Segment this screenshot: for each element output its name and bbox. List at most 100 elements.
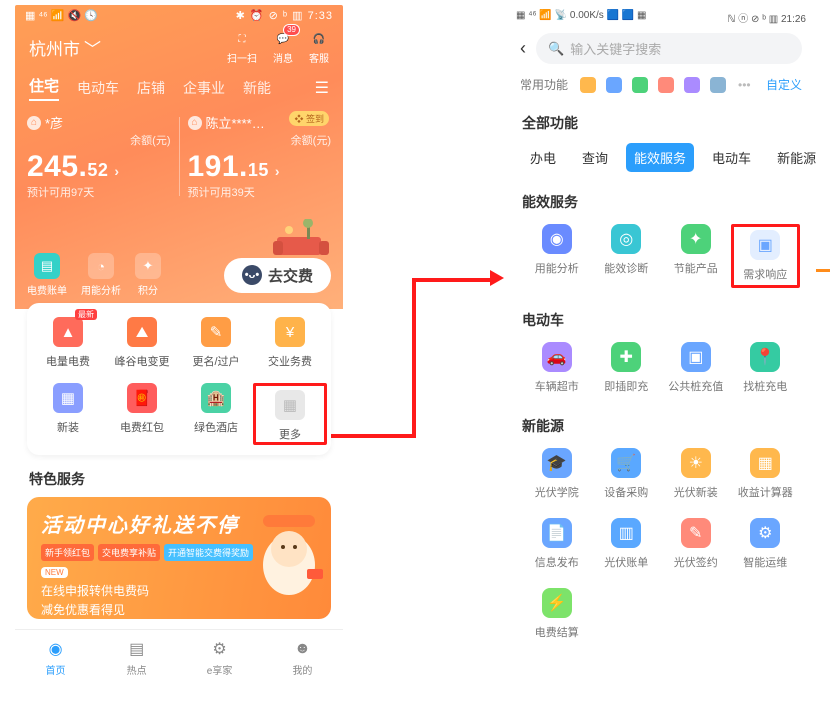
nav-icon: ▤ xyxy=(126,638,148,660)
connector-line xyxy=(816,269,830,272)
function-item-电费结算[interactable]: ⚡ 电费结算 xyxy=(522,588,592,640)
mini-icon[interactable] xyxy=(658,77,674,93)
function-label: 电费结算 xyxy=(535,624,579,640)
function-item-需求响应[interactable]: ▣需求响应 xyxy=(731,224,801,288)
function-item-光伏账单[interactable]: ▥ 光伏账单 xyxy=(592,518,662,570)
header-action[interactable]: 🎧客服 xyxy=(309,30,329,65)
customize-link[interactable]: 自定义 xyxy=(766,76,802,93)
function-item-峰谷电变更[interactable]: ⛰峰谷电变更 xyxy=(105,317,179,369)
filter-tab[interactable]: 新能源 xyxy=(769,143,816,172)
光伏账单-icon: ▥ xyxy=(611,518,641,548)
search-input[interactable]: 🔍 输入关键字搜索 xyxy=(536,33,802,64)
nav-icon: ◉ xyxy=(45,638,67,660)
function-item-车辆超市[interactable]: 🚗车辆超市 xyxy=(522,342,592,394)
function-item-绿色酒店[interactable]: 🏨绿色酒店 xyxy=(179,383,253,445)
special-section-title: 特色服务 xyxy=(15,455,343,497)
nav-label: e享家 xyxy=(207,662,233,677)
filter-tab[interactable]: 电动车 xyxy=(704,143,759,172)
quick-action[interactable]: ◔用能分析 xyxy=(81,253,121,297)
function-item-找桩充电[interactable]: 📍找桩充电 xyxy=(731,342,801,394)
mini-icon[interactable] xyxy=(632,77,648,93)
mini-icon[interactable] xyxy=(684,77,700,93)
收益计算器-icon: ▦ xyxy=(750,448,780,478)
quick-action[interactable]: ▤电费账单 xyxy=(27,253,67,297)
header-action[interactable]: ⛶ 扫一扫 xyxy=(227,30,257,65)
节能产品-icon: ✦ xyxy=(681,224,711,254)
function-item-光伏学院[interactable]: 🎓光伏学院 xyxy=(522,448,592,500)
account-card[interactable]: ❖ 签到⌂陈立****… 余额(元) 191.15› 预计可用39天 xyxy=(188,113,332,200)
category-tab[interactable]: 电动车 xyxy=(77,78,119,98)
category-tab[interactable]: 店铺 xyxy=(137,78,165,98)
pay-label: 去交费 xyxy=(268,265,313,286)
pay-button[interactable]: •ᴗ•去交费 xyxy=(224,258,331,293)
扫一扫-icon: ⛶ xyxy=(233,30,251,48)
filter-tab[interactable]: 能效服务 xyxy=(626,143,694,172)
function-item-光伏新装[interactable]: ☀光伏新装 xyxy=(661,448,731,500)
function-item-收益计算器[interactable]: ▦收益计算器 xyxy=(731,448,801,500)
location-picker[interactable]: 杭州市 ﹀ xyxy=(29,35,101,60)
function-item-节能产品[interactable]: ✦ 节能产品 xyxy=(661,224,731,288)
balance-label: 余额(元) xyxy=(27,132,171,148)
function-item-光伏签约[interactable]: ✎光伏签约 xyxy=(661,518,731,570)
function-label: 电费红包 xyxy=(120,419,164,435)
function-item-信息发布[interactable]: 📄信息发布 xyxy=(522,518,592,570)
promo-banner[interactable]: 活动中心好礼送不停 新手领红包 交电费享补贴 开通智能交费得奖励 NEW 在线申… xyxy=(27,497,331,619)
account-card[interactable]: ⌂*彦 余额(元) 245.52› 预计可用97天 xyxy=(27,113,171,200)
function-item-更多[interactable]: ▦更多 xyxy=(253,383,327,445)
电费结算-icon: ⚡ xyxy=(542,588,572,618)
function-item-交业务费[interactable]: ¥交业务费 xyxy=(253,317,327,369)
function-label: 即插即充 xyxy=(604,378,648,394)
function-item-智能运维[interactable]: ⚙智能运维 xyxy=(731,518,801,570)
category-tab[interactable]: 企事业 xyxy=(183,78,225,98)
电费账单-icon: ▤ xyxy=(34,253,60,279)
更多-icon: ▦ xyxy=(275,390,305,420)
status-bar: ▦ ⁴⁶ 📶 📡 0.00K/s 🟦 🟦 ▦ ℕ ⓝ ⊘ ᵇ ▥ 21:26 xyxy=(506,5,816,27)
function-label: 更名/过户 xyxy=(192,353,239,369)
menu-icon[interactable]: ☰ xyxy=(315,78,329,98)
function-item-设备采购[interactable]: 🛒设备采购 xyxy=(592,448,662,500)
chevron-down-icon: ﹀ xyxy=(84,35,101,60)
function-label: 光伏签约 xyxy=(674,554,718,570)
favorites-label: 常用功能 xyxy=(520,76,568,93)
search-placeholder: 输入关键字搜索 xyxy=(570,39,661,58)
status-bar: ▦ ⁴⁶ 📶 🔇 🕓 ✱ ⏰ ⊘ ᵇ ▥ 7:33 xyxy=(15,5,343,22)
function-label: 用能分析 xyxy=(535,260,579,276)
icon-label: 扫一扫 xyxy=(227,50,257,65)
mini-icon[interactable] xyxy=(606,77,622,93)
header-action[interactable]: 💬消息 xyxy=(273,30,293,65)
signin-badge[interactable]: ❖ 签到 xyxy=(289,111,329,126)
nav-我的[interactable]: ☻我的 xyxy=(291,638,313,677)
chevron-right-icon: › xyxy=(114,163,119,179)
交业务费-icon: ¥ xyxy=(275,317,305,347)
search-icon: 🔍 xyxy=(548,41,564,57)
category-tab[interactable]: 新能 xyxy=(243,78,271,98)
光伏新装-icon: ☀ xyxy=(681,448,711,478)
function-label: 电量电费 xyxy=(46,353,90,369)
function-item-即插即充[interactable]: ✚即插即充 xyxy=(592,342,662,394)
nav-热点[interactable]: ▤热点 xyxy=(126,638,148,677)
function-label: 光伏账单 xyxy=(604,554,648,570)
category-tab[interactable]: 住宅 xyxy=(29,75,59,101)
function-item-更名/过户[interactable]: ✎更名/过户 xyxy=(179,317,253,369)
function-item-电量电费[interactable]: 最新▲电量电费 xyxy=(31,317,105,369)
mini-icon[interactable] xyxy=(710,77,726,93)
function-label: 智能运维 xyxy=(743,554,787,570)
mini-icon[interactable] xyxy=(580,77,596,93)
function-item-电费红包[interactable]: 🧧电费红包 xyxy=(105,383,179,445)
function-item-用能分析[interactable]: ◉用能分析 xyxy=(522,224,592,288)
用能分析-icon: ◔ xyxy=(88,253,114,279)
消息-icon: 💬 xyxy=(274,30,292,48)
filter-tab[interactable]: 办电 xyxy=(522,143,564,172)
新装-icon: ▦ xyxy=(53,383,83,413)
function-item-新装[interactable]: ▦新装 xyxy=(31,383,105,445)
nav-e享家[interactable]: ⚙e享家 xyxy=(207,638,233,677)
function-label: 能效诊断 xyxy=(604,260,648,276)
filter-tab[interactable]: 查询 xyxy=(574,143,616,172)
function-label: 节能产品 xyxy=(674,260,718,276)
back-button[interactable]: ‹ xyxy=(520,38,526,59)
all-functions-title: 全部功能 xyxy=(506,103,816,139)
nav-首页[interactable]: ◉首页 xyxy=(45,638,67,677)
function-item-公共桩充值[interactable]: ▣公共桩充值 xyxy=(661,342,731,394)
quick-action[interactable]: ✦积分 xyxy=(135,253,161,297)
function-item-能效诊断[interactable]: ◎能效诊断 xyxy=(592,224,662,288)
